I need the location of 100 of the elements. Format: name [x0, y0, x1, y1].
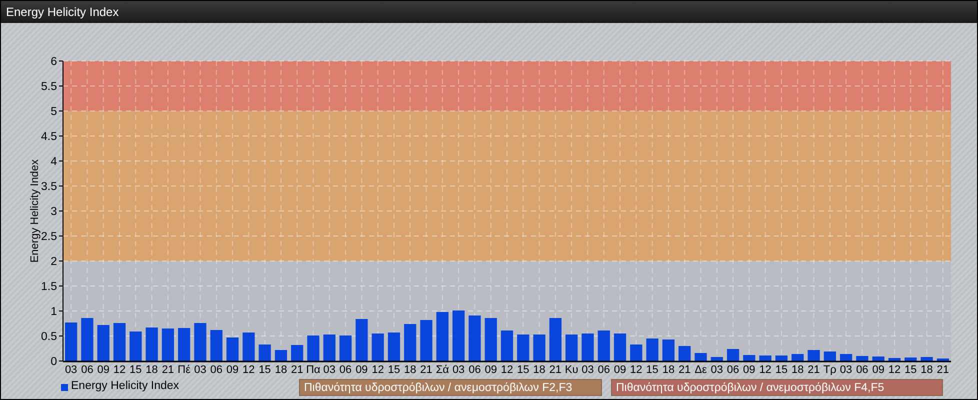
bar	[792, 354, 804, 361]
bar	[291, 345, 304, 361]
x-tick-label: 21	[808, 364, 820, 375]
x-tick-label: 15	[775, 364, 788, 375]
y-tick-label: 5	[50, 106, 57, 118]
bar	[533, 334, 546, 361]
x-tick-label: 21	[420, 364, 432, 375]
x-tick-label: 09	[872, 364, 884, 375]
x-tick-label: Τρ	[823, 364, 836, 375]
bar	[936, 358, 949, 361]
x-tick-label: 15	[130, 364, 142, 375]
x-tick-label: 03	[710, 364, 724, 375]
bar	[598, 330, 610, 361]
bar	[824, 352, 836, 361]
bar	[888, 358, 901, 361]
x-tick-label: 12	[630, 364, 642, 375]
y-tick-label: 4	[50, 156, 57, 168]
bar	[614, 334, 626, 361]
bar	[97, 325, 110, 361]
x-tick-label: 15	[646, 364, 658, 375]
x-tick-label: 06	[81, 364, 94, 375]
y-tick-label: 2	[50, 256, 57, 268]
x-tick-label: 06	[210, 364, 222, 375]
bar	[678, 346, 691, 361]
x-tick-label: 21	[936, 364, 950, 375]
x-tick-label: 15	[388, 364, 400, 375]
bar	[339, 336, 352, 361]
bar	[258, 344, 271, 361]
x-tick-label: 06	[339, 364, 352, 375]
bar	[630, 344, 642, 361]
x-tick-label: 12	[242, 364, 255, 375]
x-tick-label: 21	[290, 364, 304, 375]
bar	[920, 357, 933, 361]
x-tick-label: 03	[323, 364, 336, 375]
x-tick-label: 09	[226, 364, 239, 375]
x-tick-label: 03	[194, 364, 206, 375]
x-tick-label: 15	[258, 364, 271, 375]
x-tick-label: 12	[500, 364, 514, 375]
x-tick-label: 09	[743, 364, 756, 375]
bar	[468, 316, 481, 361]
bar	[484, 318, 497, 361]
x-tick-label: 18	[146, 364, 158, 375]
x-tick-label: 18	[533, 364, 546, 375]
x-tick-label: 21	[678, 364, 691, 375]
bar	[549, 318, 562, 361]
bar	[808, 350, 820, 361]
x-tick-label: 03	[582, 364, 594, 375]
y-tick-label: 1	[50, 306, 57, 318]
x-tick-label: Κυ	[564, 364, 578, 375]
bar	[210, 330, 222, 361]
bar	[388, 332, 400, 361]
bar	[323, 334, 336, 361]
bar	[356, 319, 368, 361]
x-tick-label: 18	[662, 364, 675, 375]
x-tick-label: 09	[356, 364, 368, 375]
x-tick-label: 06	[468, 364, 481, 375]
x-tick-label: 21	[162, 364, 174, 375]
legend-label: Energy Helicity Index	[71, 379, 180, 394]
x-tick-label: 21	[549, 364, 562, 375]
bar	[372, 334, 384, 361]
x-tick-label: 09	[484, 364, 497, 375]
bar	[566, 334, 578, 361]
x-tick-label: 03	[452, 364, 465, 375]
bar	[662, 340, 675, 361]
bar	[452, 310, 465, 361]
bar	[194, 323, 206, 361]
bar	[162, 328, 174, 361]
bar	[500, 330, 514, 361]
bar	[130, 332, 142, 361]
bar	[226, 338, 239, 361]
y-tick-label: 0	[50, 356, 57, 368]
bar	[420, 320, 432, 361]
bar	[710, 357, 723, 361]
bar	[517, 334, 530, 361]
bar	[694, 353, 707, 361]
bar	[307, 336, 320, 361]
x-tick-label: 18	[274, 364, 288, 375]
x-tick-label: 15	[517, 364, 530, 375]
bar	[872, 356, 884, 361]
bar	[582, 334, 594, 361]
y-axis-title: Energy Helicity Index	[29, 159, 41, 263]
x-tick-label: 12	[113, 364, 126, 375]
bar	[904, 358, 917, 361]
bar	[113, 323, 126, 361]
window-title: Energy Helicity Index	[6, 4, 119, 21]
x-tick-label: 12	[759, 364, 772, 375]
probability-legend-box: Πιθανότητα υδροστρόβιλων / ανεμοστρόβιλων F2,F3	[299, 378, 602, 396]
x-tick-label: 12	[372, 364, 384, 375]
bar	[646, 338, 658, 361]
x-tick-label: 15	[904, 364, 917, 375]
x-tick-label: Σά	[436, 364, 449, 375]
x-tick-label: 18	[920, 364, 933, 375]
y-tick-label: 2.5	[41, 231, 57, 243]
x-tick-label: Πέ	[178, 364, 191, 375]
bar	[65, 322, 78, 361]
bar	[274, 350, 288, 361]
legend-swatch	[61, 384, 68, 390]
x-tick-label: 09	[614, 364, 626, 375]
bar	[856, 356, 868, 361]
x-tick-label: Πα	[306, 364, 320, 375]
